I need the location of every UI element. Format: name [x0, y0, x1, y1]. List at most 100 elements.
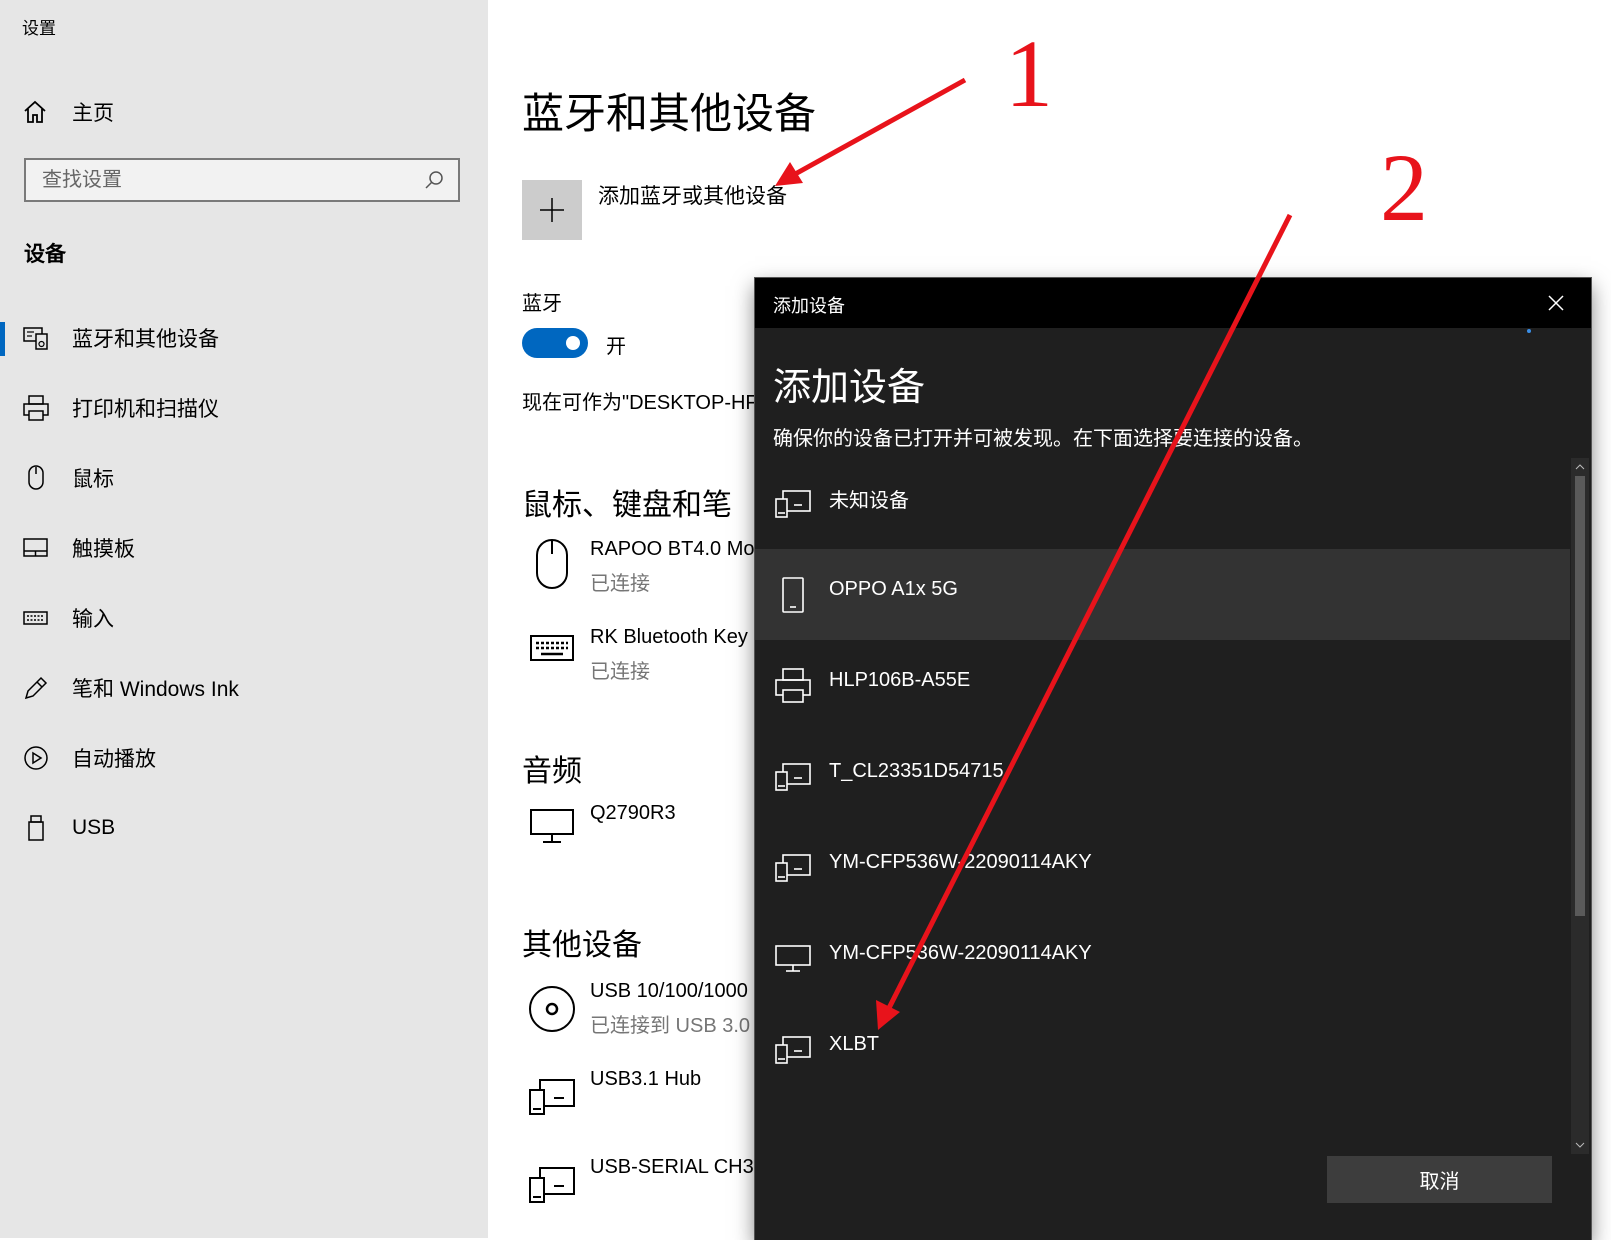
keyboard-icon: [522, 626, 582, 684]
add-device-button[interactable]: [522, 180, 582, 240]
device-status: 已连接: [590, 661, 650, 683]
sidebar-section-devices: 设备: [24, 243, 66, 266]
device-name: RK Bluetooth Key: [590, 626, 748, 648]
device-list-item[interactable]: 未知设备: [755, 458, 1570, 549]
device-item[interactable]: RK Bluetooth Key 已连接: [522, 626, 748, 684]
progress-indicator: [1527, 329, 1531, 333]
keyboard-icon: [22, 608, 62, 628]
generic-device-icon: [773, 762, 813, 792]
search-icon[interactable]: [424, 170, 444, 190]
close-icon: [1547, 294, 1565, 312]
generic-device-icon: [522, 1156, 582, 1204]
sidebar-item-input[interactable]: 输入: [0, 590, 488, 646]
device-name: RAPOO BT4.0 Mo: [590, 538, 755, 560]
device-list-item-name: XLBT: [829, 1033, 880, 1055]
sidebar-item-touchpad[interactable]: 触摸板: [0, 520, 488, 576]
bluetooth-label: 蓝牙: [522, 293, 562, 315]
device-list-item-name: HLP106B-A55E: [829, 669, 971, 691]
search-input[interactable]: [42, 168, 402, 192]
pen-icon: [22, 674, 62, 702]
device-list-item-name: OPPO A1x 5G: [829, 578, 958, 600]
nav-home-label: 主页: [72, 102, 114, 125]
annotation-number-2: 2: [1380, 134, 1428, 241]
sidebar-item-label: 打印机和扫描仪: [72, 398, 219, 421]
device-status: 已连接到 USB 3.0: [590, 1015, 751, 1037]
device-item[interactable]: USB3.1 Hub: [522, 1068, 701, 1116]
plus-icon: [539, 197, 565, 223]
device-item[interactable]: USB 10/100/1000 已连接到 USB 3.0: [522, 980, 750, 1038]
search-box[interactable]: [24, 158, 460, 202]
chevron-up-icon[interactable]: [1571, 458, 1589, 476]
sidebar-item-pen[interactable]: 笔和 Windows Ink: [0, 660, 488, 716]
sidebar-item-label: 笔和 Windows Ink: [72, 678, 239, 701]
device-item[interactable]: RAPOO BT4.0 Mo 已连接: [522, 538, 755, 596]
bluetooth-devices-icon: [22, 325, 62, 351]
device-status: 已连接: [590, 573, 650, 595]
printer-icon: [773, 667, 813, 705]
add-device-label[interactable]: 添加蓝牙或其他设备: [598, 180, 787, 210]
device-list-item-name: YM-CFP536W-22090114AKY: [829, 851, 1092, 873]
active-indicator: [0, 322, 5, 356]
device-name: USB-SERIAL CH34: [590, 1156, 765, 1178]
mouse-icon: [22, 464, 62, 492]
dialog-heading: 添加设备: [773, 367, 926, 409]
device-list-item-name: T_CL23351D54715: [829, 760, 1004, 782]
sidebar-item-label: 鼠标: [72, 468, 114, 491]
dialog-titlebar: 添加设备: [755, 278, 1591, 328]
sidebar-item-usb[interactable]: USB: [0, 800, 488, 856]
dialog-titlebar-text: 添加设备: [773, 296, 845, 316]
bluetooth-toggle[interactable]: [522, 328, 588, 358]
device-list: 未知设备 OPPO A1x 5G HLP106B-A55E T_CL23351D…: [755, 458, 1570, 1095]
dialog-description: 确保你的设备已打开并可被发现。在下面选择要连接的设备。: [773, 428, 1313, 450]
nav-home[interactable]: 主页: [22, 92, 114, 132]
autoplay-icon: [22, 744, 62, 772]
device-name: USB 10/100/1000: [590, 980, 748, 1002]
device-list-item-name: YM-CFP536W-22090114AKY: [829, 942, 1092, 964]
device-list-item[interactable]: XLBT: [755, 1004, 1570, 1095]
printer-icon: [22, 394, 62, 422]
touchpad-icon: [22, 536, 62, 560]
device-list-item[interactable]: YM-CFP536W-22090114AKY: [755, 822, 1570, 913]
section-mouse-keyboard: 鼠标、键盘和笔: [522, 489, 732, 522]
sidebar-item-label: 触摸板: [72, 538, 135, 561]
generic-device-icon: [773, 489, 813, 519]
discoverable-text: 现在可作为"DESKTOP-HF: [522, 392, 758, 414]
toggle-knob: [566, 336, 580, 350]
device-item[interactable]: Q2790R3: [522, 802, 676, 844]
scrollbar[interactable]: [1571, 458, 1589, 1154]
device-list-item[interactable]: OPPO A1x 5G: [755, 549, 1570, 640]
sidebar-item-bluetooth[interactable]: 蓝牙和其他设备: [0, 310, 488, 366]
device-name: Q2790R3: [590, 802, 676, 824]
device-item[interactable]: USB-SERIAL CH34: [522, 1156, 765, 1204]
section-other: 其他设备: [522, 929, 642, 962]
section-audio: 音频: [522, 755, 582, 788]
disc-icon: [522, 980, 582, 1038]
sidebar-item-printers[interactable]: 打印机和扫描仪: [0, 380, 488, 436]
device-list-item[interactable]: YM-CFP536W-22090114AKY: [755, 913, 1570, 1004]
monitor-icon: [773, 944, 813, 974]
close-button[interactable]: [1521, 278, 1591, 328]
device-list-item[interactable]: T_CL23351D54715: [755, 731, 1570, 822]
annotation-number-1: 1: [1005, 20, 1053, 127]
sidebar-item-label: 自动播放: [72, 748, 156, 771]
page-title: 蓝牙和其他设备: [522, 90, 817, 137]
phone-icon: [773, 576, 813, 614]
mouse-icon: [522, 538, 582, 596]
device-list-item-name: 未知设备: [829, 490, 909, 512]
generic-device-icon: [522, 1068, 582, 1116]
generic-device-icon: [773, 1035, 813, 1065]
cancel-button[interactable]: 取消: [1327, 1156, 1552, 1203]
sidebar-item-mouse[interactable]: 鼠标: [0, 450, 488, 506]
home-icon: [22, 99, 48, 125]
monitor-icon: [522, 802, 582, 844]
sidebar-item-autoplay[interactable]: 自动播放: [0, 730, 488, 786]
scrollbar-thumb[interactable]: [1575, 476, 1585, 916]
device-name: USB3.1 Hub: [590, 1068, 702, 1090]
device-list-item[interactable]: HLP106B-A55E: [755, 640, 1570, 731]
usb-icon: [22, 814, 62, 842]
generic-device-icon: [773, 853, 813, 883]
add-device-dialog: 添加设备 添加设备 确保你的设备已打开并可被发现。在下面选择要连接的设备。 未知…: [755, 278, 1591, 1240]
chevron-down-icon[interactable]: [1571, 1136, 1589, 1154]
sidebar-item-label: 输入: [72, 608, 114, 631]
bluetooth-state: 开: [606, 336, 626, 358]
